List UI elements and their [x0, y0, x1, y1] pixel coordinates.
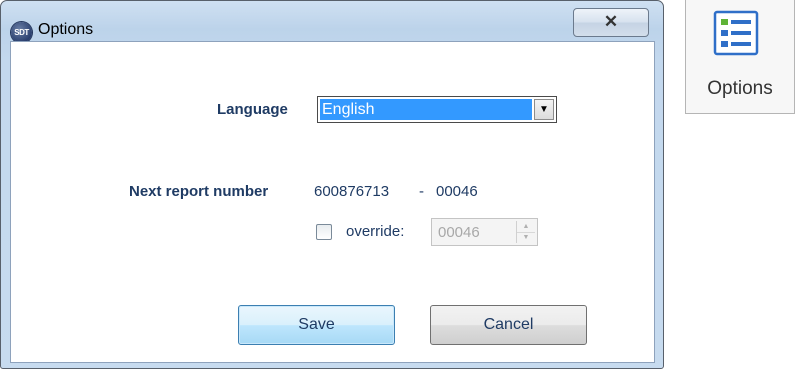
ribbon-options-label: Options — [707, 78, 773, 99]
next-report-label: Next report number — [129, 183, 269, 200]
cancel-button[interactable]: Cancel — [430, 305, 587, 345]
override-checkbox[interactable] — [316, 224, 332, 240]
override-label: override: — [346, 223, 405, 240]
step-down-icon[interactable]: ▼ — [517, 232, 535, 243]
override-stepper[interactable]: 00046 ▲ ▼ — [431, 218, 538, 246]
options-dialog: SDT Options ✕ Language English ▼ Next re… — [0, 0, 664, 369]
language-label: Language — [217, 101, 288, 118]
close-button[interactable]: ✕ — [573, 8, 649, 37]
close-icon: ✕ — [603, 12, 619, 31]
chevron-down-icon[interactable]: ▼ — [534, 99, 554, 120]
ribbon-options-button[interactable]: Options — [685, 0, 795, 114]
save-button[interactable]: Save — [238, 305, 395, 345]
title-bar[interactable]: SDT Options ✕ — [1, 1, 663, 43]
list-icon — [713, 10, 759, 56]
language-selected-value: English — [320, 99, 532, 120]
dialog-title: Options — [38, 21, 94, 38]
language-select[interactable]: English ▼ — [317, 96, 557, 123]
report-number: 600876713 — [314, 183, 390, 200]
override-value: 00046 — [438, 224, 480, 241]
stepper-buttons: ▲ ▼ — [516, 221, 535, 243]
app-logo-icon: SDT — [11, 22, 32, 43]
report-separator: - — [419, 183, 424, 200]
report-suffix: 00046 — [436, 183, 478, 200]
dialog-content: Language English ▼ Next report number 60… — [10, 41, 655, 363]
